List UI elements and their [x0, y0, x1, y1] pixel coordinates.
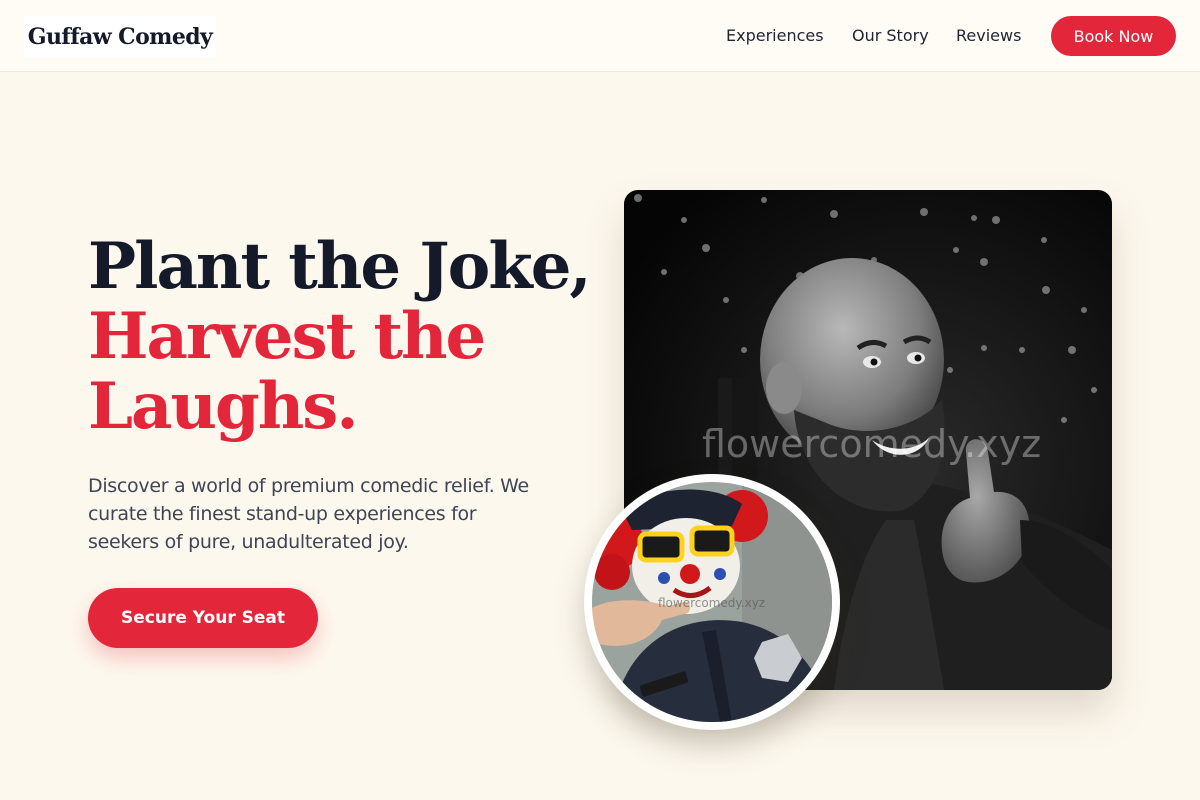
hero-title-line-1: Plant the Joke,	[88, 229, 592, 304]
book-now-button[interactable]: Book Now	[1051, 16, 1176, 56]
hero-title: Plant the Joke, Harvest the Laughs.	[88, 232, 608, 442]
hero-title-line-2: Harvest the	[88, 299, 486, 374]
secure-seat-button[interactable]: Secure Your Seat	[88, 588, 318, 648]
nav-link-our-story[interactable]: Our Story	[852, 26, 929, 45]
nav-link-experiences[interactable]: Experiences	[726, 26, 824, 45]
site-logo[interactable]: Guffaw Comedy	[24, 16, 216, 58]
clown-photo-graphic	[592, 482, 832, 722]
top-navbar: Guffaw Comedy Experiences Our Story Revi…	[0, 0, 1200, 72]
hero-title-line-3: Laughs.	[88, 369, 359, 444]
hero-subtitle: Discover a world of premium comedic reli…	[88, 475, 529, 553]
clown-photo	[592, 482, 832, 722]
nav-link-reviews[interactable]: Reviews	[956, 26, 1021, 45]
clown-photo-frame: flowercomedy.xyz	[584, 474, 840, 730]
